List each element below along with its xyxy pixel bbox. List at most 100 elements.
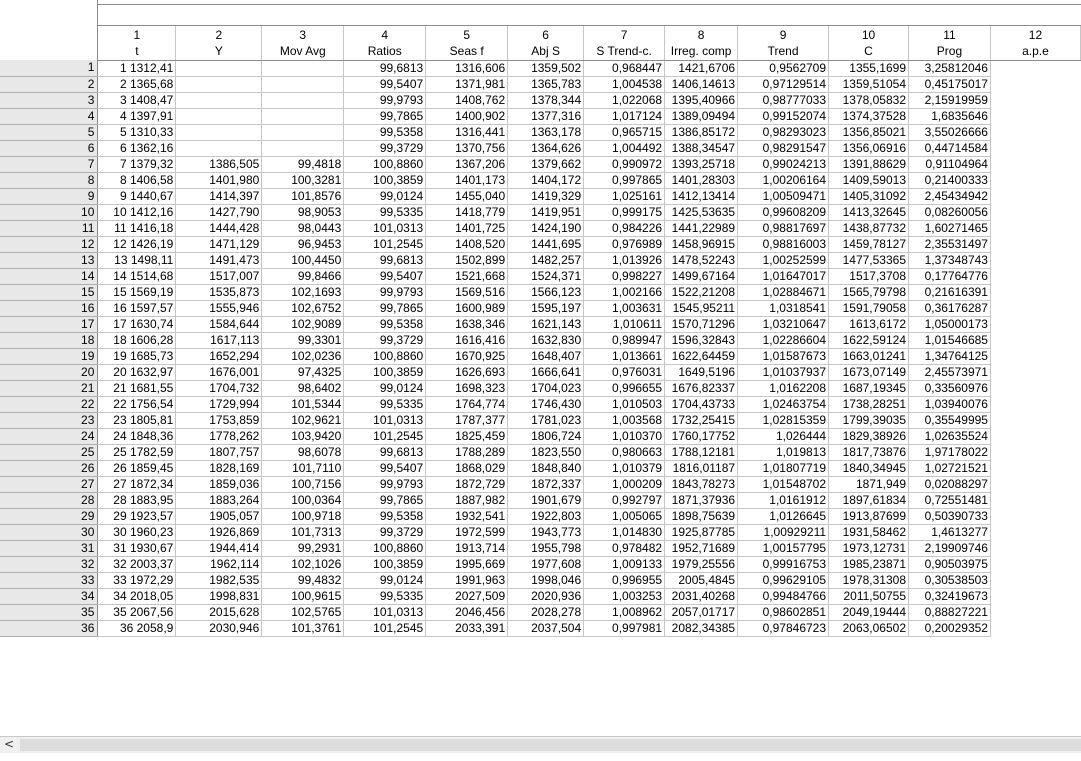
table-cell[interactable]: 0,30538503 [908, 572, 991, 589]
table-cell[interactable]: 1401,173 [425, 172, 509, 189]
table-cell[interactable]: 101,7110 [261, 460, 345, 477]
table-cell[interactable]: 1787,377 [425, 412, 509, 429]
table-cell[interactable]: 1638,346 [425, 316, 509, 333]
table-cell[interactable]: 99,5335 [343, 204, 427, 221]
row-header[interactable]: 8 [0, 172, 99, 189]
table-cell[interactable]: 100,8860 [343, 156, 427, 173]
table-cell[interactable]: 99,7865 [343, 108, 427, 125]
table-cell[interactable]: 29 1923,57 [97, 508, 177, 525]
table-cell[interactable]: 1,01807719 [737, 460, 830, 477]
table-cell[interactable]: 1817,73876 [828, 444, 909, 461]
table-cell[interactable]: 0,35549995 [908, 412, 991, 429]
table-cell[interactable]: 8 1406,58 [97, 172, 177, 189]
row-header[interactable]: 5 [0, 124, 99, 141]
table-cell[interactable]: 1524,371 [507, 268, 585, 285]
table-cell[interactable]: 0,997865 [583, 172, 666, 189]
table-cell[interactable]: 1998,831 [175, 588, 263, 605]
column-number-10[interactable]: 10 [828, 26, 909, 43]
table-cell[interactable] [175, 140, 263, 157]
table-cell[interactable]: 99,3729 [343, 140, 427, 157]
table-cell[interactable]: 1871,37936 [664, 492, 739, 509]
table-cell[interactable]: 1840,34945 [828, 460, 909, 477]
table-cell[interactable]: 0,32419673 [908, 588, 991, 605]
table-cell[interactable]: 1913,87699 [828, 508, 909, 525]
table-cell[interactable]: 1,6835646 [908, 108, 991, 125]
table-cell[interactable]: 100,9718 [261, 508, 345, 525]
table-cell[interactable]: 1,010611 [583, 316, 666, 333]
table-cell[interactable]: 1365,783 [507, 76, 585, 93]
table-cell[interactable]: 0,99916753 [737, 556, 830, 573]
table-cell[interactable]: 101,0313 [343, 604, 427, 621]
table-cell[interactable]: 1,004538 [583, 76, 666, 93]
row-header[interactable]: 28 [0, 492, 99, 509]
table-cell[interactable] [261, 124, 345, 141]
table-cell[interactable]: 1367,206 [425, 156, 509, 173]
table-cell[interactable]: 3 1408,47 [97, 92, 177, 109]
column-name-3[interactable]: Mov Avg [261, 43, 345, 61]
table-cell[interactable]: 1676,001 [175, 364, 263, 381]
table-cell[interactable]: 1521,668 [425, 268, 509, 285]
table-cell[interactable] [261, 140, 345, 157]
table-cell[interactable]: 24 1848,36 [97, 428, 177, 445]
table-cell[interactable]: 1455,040 [425, 188, 509, 205]
table-cell[interactable]: 0,98291547 [737, 140, 830, 157]
table-cell[interactable]: 0,968447 [583, 60, 666, 77]
table-cell[interactable]: 0,99024213 [737, 156, 830, 173]
table-cell[interactable]: 1687,19345 [828, 380, 909, 397]
row-header[interactable]: 3 [0, 92, 99, 109]
table-cell[interactable]: 0,989947 [583, 332, 666, 349]
table-cell[interactable]: 99,5407 [343, 460, 427, 477]
table-cell[interactable]: 1652,294 [175, 348, 263, 365]
table-cell[interactable]: 1414,397 [175, 188, 263, 205]
column-number-7[interactable]: 7 [583, 26, 666, 43]
table-cell[interactable]: 35 2067,56 [97, 604, 177, 621]
table-cell[interactable]: 1670,925 [425, 348, 509, 365]
row-header[interactable]: 19 [0, 348, 99, 365]
table-cell[interactable]: 1,37348743 [908, 252, 991, 269]
table-cell[interactable]: 21 1681,55 [97, 380, 177, 397]
table-cell[interactable]: 1401,980 [175, 172, 263, 189]
table-cell[interactable]: 102,9089 [261, 316, 345, 333]
column-number-2[interactable]: 2 [175, 26, 263, 43]
table-cell[interactable]: 99,6813 [343, 252, 427, 269]
table-cell[interactable]: 1,01037937 [737, 364, 830, 381]
table-cell[interactable]: 1596,32843 [664, 332, 739, 349]
table-cell[interactable]: 1595,197 [507, 300, 585, 317]
table-cell[interactable]: 1823,550 [507, 444, 585, 461]
table-cell[interactable]: 7 1379,32 [97, 156, 177, 173]
table-cell[interactable]: 1828,169 [175, 460, 263, 477]
table-cell[interactable]: 0,978482 [583, 540, 666, 557]
table-cell[interactable]: 1477,53365 [828, 252, 909, 269]
table-cell[interactable]: 1926,869 [175, 524, 263, 541]
table-cell[interactable]: 1517,007 [175, 268, 263, 285]
table-cell[interactable]: 0,90503975 [908, 556, 991, 573]
table-cell[interactable]: 99,8466 [261, 268, 345, 285]
table-cell[interactable]: 1 1312,41 [97, 60, 177, 77]
table-cell[interactable]: 1499,67164 [664, 268, 739, 285]
table-cell[interactable]: 1648,407 [507, 348, 585, 365]
table-cell[interactable]: 0,98816003 [737, 236, 830, 253]
table-cell[interactable]: 1729,994 [175, 396, 263, 413]
table-cell[interactable]: 2049,19444 [828, 604, 909, 621]
table-cell[interactable]: 1998,046 [507, 572, 585, 589]
table-cell[interactable]: 1,00157795 [737, 540, 830, 557]
table-cell[interactable]: 101,2545 [343, 236, 427, 253]
table-cell[interactable]: 100,3859 [343, 364, 427, 381]
table-cell[interactable]: 1,013926 [583, 252, 666, 269]
row-header[interactable]: 27 [0, 476, 99, 493]
table-cell[interactable]: 99,0124 [343, 188, 427, 205]
table-cell[interactable]: 2030,946 [175, 620, 263, 637]
table-cell[interactable]: 1872,337 [507, 476, 585, 493]
table-cell[interactable]: 99,3729 [343, 332, 427, 349]
table-cell[interactable]: 100,4450 [261, 252, 345, 269]
table-cell[interactable]: 1389,09494 [664, 108, 739, 125]
table-cell[interactable]: 1386,85172 [664, 124, 739, 141]
table-cell[interactable]: 103,9420 [261, 428, 345, 445]
table-cell[interactable]: 1409,59013 [828, 172, 909, 189]
table-cell[interactable]: 100,3281 [261, 172, 345, 189]
table-cell[interactable]: 12 1426,19 [97, 236, 177, 253]
table-cell[interactable]: 0,976031 [583, 364, 666, 381]
table-cell[interactable]: 2027,509 [425, 588, 509, 605]
table-cell[interactable] [261, 92, 345, 109]
row-header[interactable]: 21 [0, 380, 99, 397]
